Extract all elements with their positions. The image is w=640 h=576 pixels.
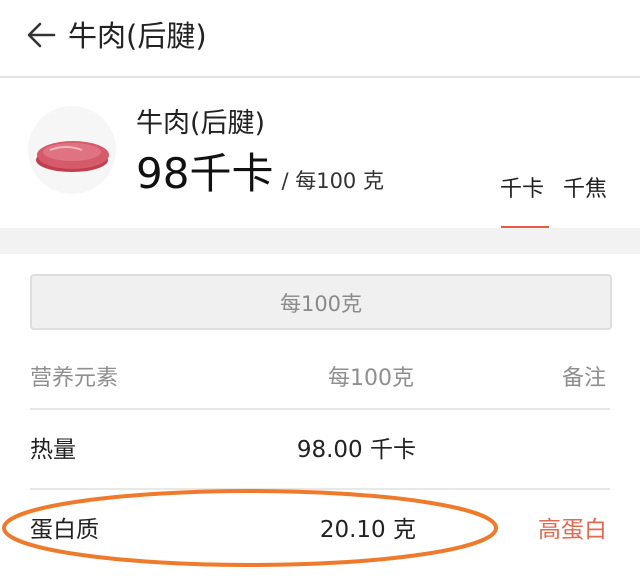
tab-kj[interactable]: 千焦 — [563, 174, 607, 206]
food-name: 牛肉(后腱) — [136, 108, 266, 139]
row-divider — [30, 408, 610, 410]
raw-beef-icon — [36, 141, 109, 172]
protein-row-name: 蛋白质 — [30, 517, 99, 543]
header-note: 备注 — [562, 366, 607, 391]
food-thumbnail — [28, 106, 116, 194]
energy-unit: / 每100 克 — [281, 169, 384, 193]
per-100g-label: 每100克 — [279, 292, 363, 316]
row-divider — [30, 488, 610, 490]
arrow-left-icon[interactable] — [24, 18, 58, 52]
protein-row-note: 高蛋白 — [538, 517, 607, 543]
section-divider — [0, 228, 640, 254]
energy-row-value: 98.00 千卡 — [296, 437, 416, 463]
per-100g-button[interactable]: 每100克 — [30, 274, 612, 330]
top-bar: 牛肉(后腱) — [0, 0, 640, 78]
energy-summary: 98千卡 / 每100 克 — [136, 146, 384, 202]
page-title: 牛肉(后腱) — [68, 19, 207, 53]
energy-value: 98千卡 — [136, 149, 274, 198]
food-header: 牛肉(后腱) 98千卡 / 每100 克 千卡 千焦 — [0, 78, 640, 228]
tab-kcal[interactable]: 千卡 — [500, 174, 544, 206]
protein-row-value: 20.10 克 — [319, 517, 416, 543]
energy-row-name: 热量 — [30, 437, 76, 463]
header-nutrient: 营养元素 — [30, 366, 119, 391]
header-per-100g: 每100克 — [328, 366, 414, 391]
